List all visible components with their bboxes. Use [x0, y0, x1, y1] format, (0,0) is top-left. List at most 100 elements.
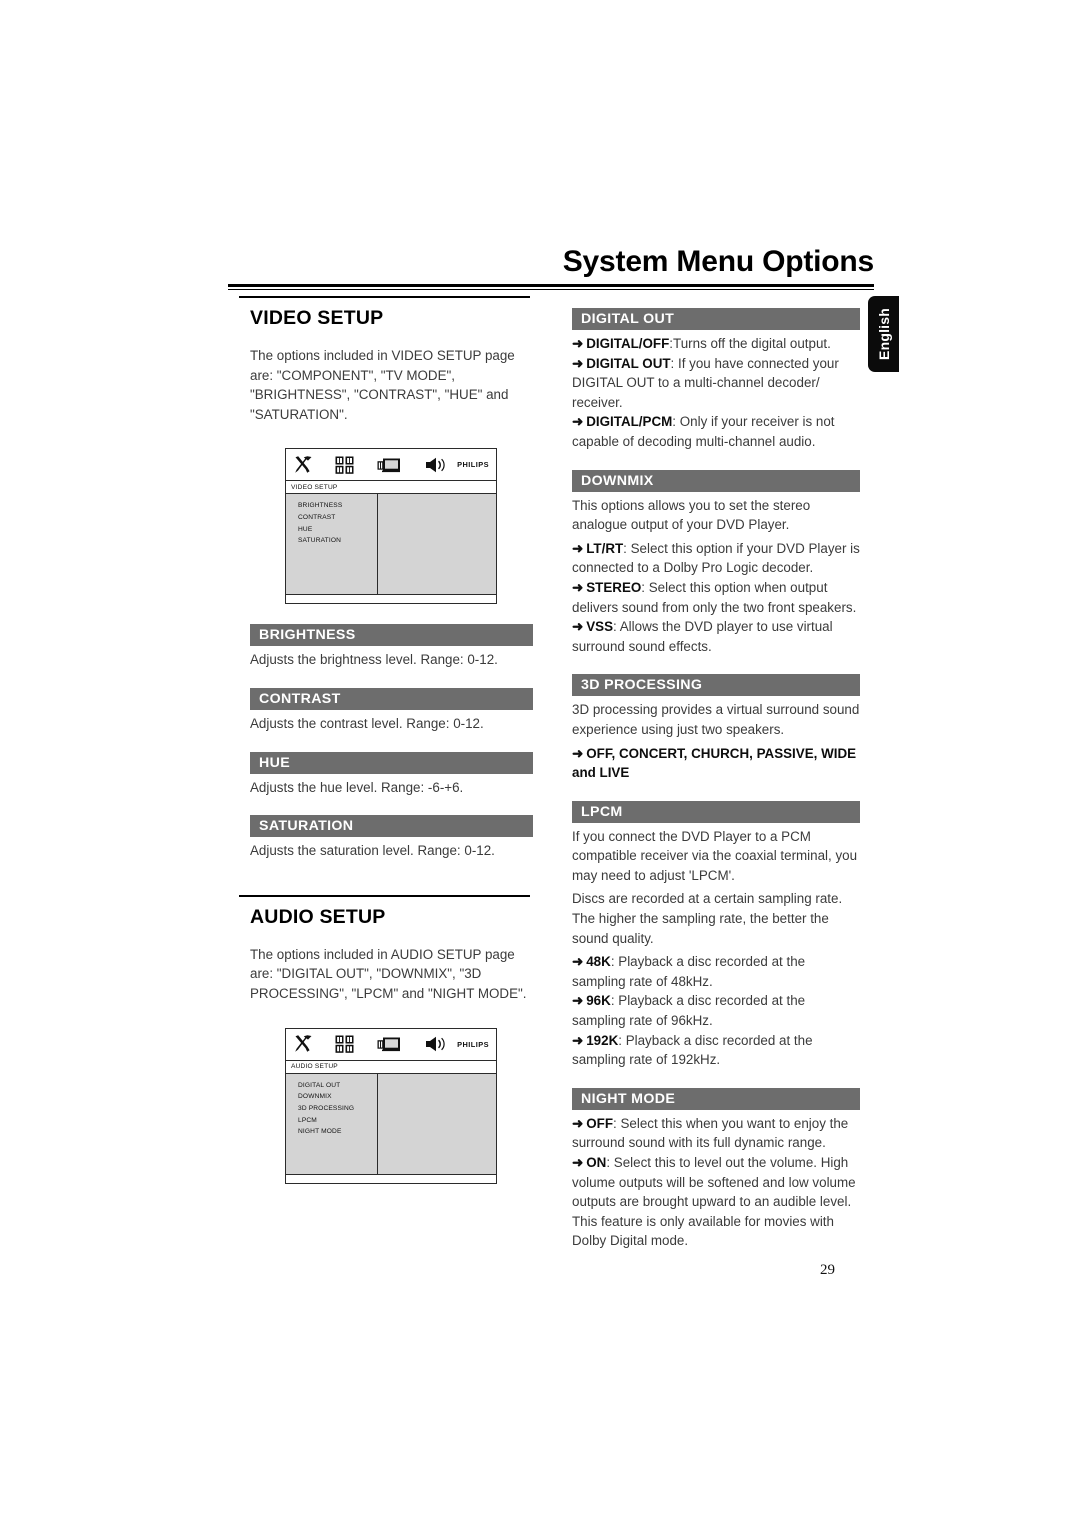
- bullet-line: ➜ STEREO: Select this option when output …: [572, 578, 860, 617]
- bullet-term: 48K: [586, 954, 611, 970]
- tools-icon: [294, 456, 314, 474]
- tv-icon: [377, 457, 401, 473]
- osd-menu-list: DIGITAL OUT DOWNMIX 3D PROCESSING LPCM N…: [286, 1073, 378, 1174]
- video-setup-osd-screenshot: PHILIPS VIDEO SETUP BRIGHTNESS CONTRAST …: [285, 448, 497, 605]
- philips-logo: PHILIPS: [457, 460, 489, 470]
- speaker-icon: [425, 1036, 449, 1052]
- osd-menu-item[interactable]: DOWNMIX: [298, 1091, 377, 1103]
- 3d-processing-options: ➜ OFF, CONCERT, CHURCH, PASSIVE, WIDE and…: [572, 744, 860, 783]
- language-tab: English: [868, 296, 899, 372]
- page-title: System Menu Options: [562, 245, 874, 278]
- bullet-term: LT/RT: [586, 540, 624, 556]
- bullet-line: ➜ 192K: Playback a disc recorded at the s…: [572, 1031, 860, 1070]
- video-setup-section: VIDEO SETUP: [239, 296, 531, 330]
- bullet-term: DIGITAL/OFF: [586, 336, 670, 351]
- bullet-line: ➜ DIGITAL OUT: If you have connected your…: [572, 354, 860, 413]
- osd-menu-list: BRIGHTNESS CONTRAST HUE SATURATION: [286, 494, 378, 595]
- downmix-body: ➜ LT/RT: Select this option if your DVD P…: [572, 539, 860, 657]
- bullet-line: ➜ 96K: Playback a disc recorded at the sa…: [572, 991, 860, 1030]
- saturation-body: Adjusts the saturation level. Range: 0-1…: [250, 843, 495, 859]
- brightness-body: Adjusts the brightness level. Range: 0-1…: [250, 652, 498, 668]
- tools-icon: [294, 1035, 314, 1053]
- bullet-term: OFF, CONCERT, CHURCH, PASSIVE, WIDE and …: [572, 745, 857, 781]
- osd-icon-bar: PHILIPS: [286, 1028, 496, 1061]
- arrow-icon: ➜: [572, 1155, 584, 1170]
- bullet-line: ➜ VSS: Allows the DVD player to use virtu…: [572, 617, 860, 656]
- grid-icon: [334, 1035, 354, 1053]
- brightness-heading: BRIGHTNESS: [250, 624, 533, 647]
- osd-menu-title: AUDIO SETUP: [286, 1060, 496, 1074]
- arrow-icon: ➜: [572, 1115, 584, 1131]
- hue-body: Adjusts the hue level. Range: -6-+6.: [250, 779, 464, 795]
- osd-footer: [286, 594, 496, 604]
- contrast-body: Adjusts the contrast level. Range: 0-12.: [250, 715, 484, 731]
- arrow-icon: ➜: [572, 993, 584, 1009]
- 3d-processing-heading: 3D PROCESSING: [572, 674, 860, 697]
- bullet-term: DIGITAL/PCM: [586, 414, 673, 430]
- bullet-term: 192K: [586, 1032, 619, 1048]
- header-rule-thick: [228, 284, 874, 287]
- osd-body: BRIGHTNESS CONTRAST HUE SATURATION: [286, 494, 496, 595]
- right-column: DIGITAL OUT ➜ DIGITAL/OFF:Turns off the d…: [568, 308, 860, 1255]
- bullet-line: ➜ DIGITAL/OFF:Turns off the digital outpu…: [572, 334, 860, 354]
- language-tab-label: English: [875, 308, 892, 360]
- speaker-icon: [425, 457, 449, 473]
- philips-logo: PHILIPS: [457, 1039, 489, 1049]
- osd-menu-item[interactable]: LPCM: [298, 1115, 377, 1127]
- osd-menu-item[interactable]: BRIGHTNESS: [298, 500, 377, 512]
- arrow-icon: ➜: [572, 414, 584, 430]
- contrast-heading: CONTRAST: [250, 687, 533, 710]
- saturation-heading: SATURATION: [250, 815, 533, 838]
- bullet-term: DIGITAL OUT: [586, 355, 671, 371]
- arrow-icon: ➜: [572, 954, 584, 970]
- bullet-term: STEREO: [586, 579, 642, 595]
- osd-value-pane: [378, 1074, 496, 1174]
- bullet-text: Select this to level out the volume. Hig…: [572, 1155, 856, 1249]
- lpcm-intro: If you connect the DVD Player to a PCM c…: [572, 828, 858, 883]
- 3d-processing-intro: 3D processing provides a virtual surroun…: [572, 702, 860, 737]
- audio-setup-title: AUDIO SETUP: [250, 905, 386, 928]
- audio-setup-intro: The options included in AUDIO SETUP page…: [250, 946, 527, 1001]
- arrow-icon: ➜: [572, 745, 584, 761]
- audio-setup-section: AUDIO SETUP: [239, 894, 531, 929]
- manual-page: System Menu Options English VIDEO SETUP …: [0, 0, 1080, 1528]
- audio-setup-osd-screenshot: PHILIPS AUDIO SETUP DIGITAL OUT DOWNMIX …: [285, 1027, 497, 1184]
- bullet-line: ➜ DIGITAL/PCM: Only if your receiver is n…: [572, 412, 860, 451]
- bullet-line: ➜ OFF, CONCERT, CHURCH, PASSIVE, WIDE and…: [572, 744, 860, 783]
- lpcm-intro-2: Discs are recorded at a certain sampling…: [572, 891, 843, 946]
- arrow-icon: ➜: [572, 355, 584, 371]
- osd-body: DIGITAL OUT DOWNMIX 3D PROCESSING LPCM N…: [286, 1073, 496, 1174]
- digital-out-heading: DIGITAL OUT: [572, 308, 860, 330]
- arrow-icon: ➜: [572, 540, 584, 556]
- osd-footer: [286, 1173, 496, 1183]
- grid-icon: [334, 456, 354, 474]
- osd-value-pane: [378, 494, 496, 594]
- video-setup-rule: [239, 296, 530, 298]
- downmix-intro: This options allows you to set the stere…: [572, 497, 811, 533]
- bullet-term: ON: [586, 1155, 607, 1170]
- video-setup-title: VIDEO SETUP: [250, 307, 384, 329]
- bullet-term: VSS: [586, 619, 614, 635]
- osd-menu-item[interactable]: HUE: [298, 524, 377, 536]
- arrow-icon: ➜: [572, 1032, 584, 1048]
- osd-menu-item[interactable]: CONTRAST: [298, 512, 377, 524]
- tv-icon: [377, 1036, 401, 1052]
- lpcm-body: ➜ 48K: Playback a disc recorded at the sa…: [572, 952, 860, 1070]
- osd-menu-title: VIDEO SETUP: [286, 481, 496, 495]
- osd-menu-item[interactable]: NIGHT MODE: [298, 1126, 377, 1138]
- downmix-heading: DOWNMIX: [572, 469, 860, 492]
- audio-setup-rule: [239, 894, 530, 897]
- bullet-line: ➜ OFF: Select this when you want to enjoy…: [572, 1114, 860, 1153]
- osd-menu-item[interactable]: DIGITAL OUT: [298, 1080, 377, 1092]
- lpcm-heading: LPCM: [572, 800, 860, 823]
- osd-menu-item[interactable]: SATURATION: [298, 535, 377, 547]
- bullet-line: ➜ LT/RT: Select this option if your DVD P…: [572, 539, 860, 578]
- night-mode-body: ➜ OFF: Select this when you want to enjoy…: [572, 1114, 860, 1251]
- bullet-text: Turns off the digital output.: [673, 336, 831, 351]
- osd-menu-item[interactable]: 3D PROCESSING: [298, 1103, 377, 1115]
- left-column: VIDEO SETUP The options included in VIDE…: [239, 296, 533, 1184]
- bullet-term: OFF: [586, 1115, 614, 1131]
- arrow-icon: ➜: [572, 579, 584, 595]
- header-rule-thin: [228, 289, 874, 290]
- arrow-icon: ➜: [572, 619, 584, 635]
